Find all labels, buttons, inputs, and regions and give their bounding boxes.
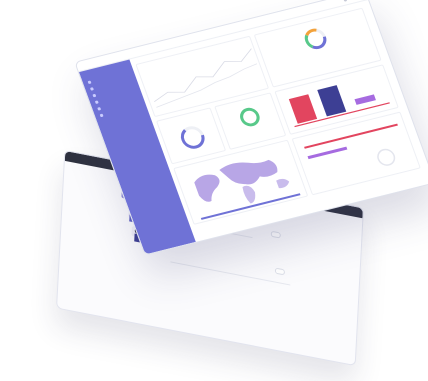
divider (170, 261, 291, 286)
nav-icon (87, 80, 92, 85)
bar (288, 94, 318, 124)
back-action-button[interactable] (274, 267, 286, 276)
nav-icon (94, 100, 99, 104)
bar (354, 94, 376, 105)
nav-icon (90, 87, 94, 91)
bar (317, 85, 347, 117)
gauge-card (155, 107, 227, 165)
back-action-button[interactable] (270, 230, 281, 239)
nav-icon (92, 93, 97, 98)
nav-icon (97, 107, 102, 111)
control-dot[interactable] (343, 0, 348, 2)
window-controls (343, 0, 359, 2)
progress-ring-card (214, 92, 287, 150)
nav-icon (99, 113, 104, 118)
